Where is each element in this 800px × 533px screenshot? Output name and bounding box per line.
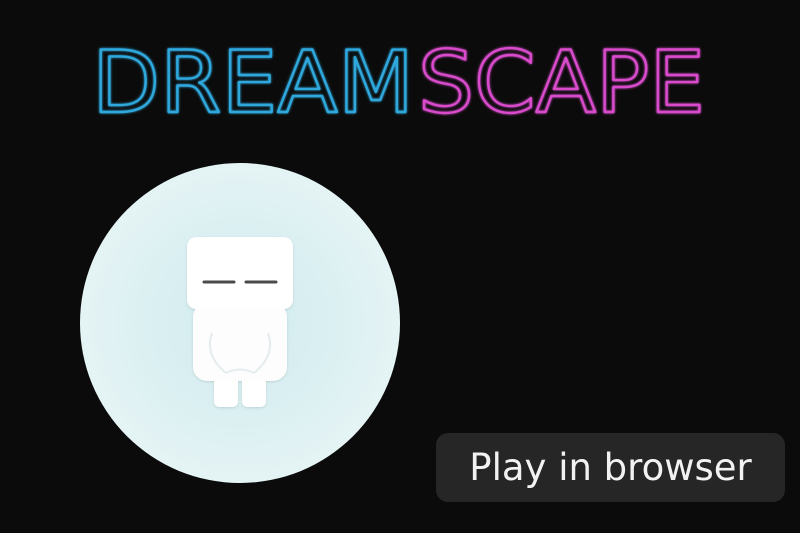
title-dream-text: DREAM	[92, 33, 414, 133]
game-title-logo: DREAM SCAPE	[91, 32, 706, 134]
game-cover: DREAM SCAPE Play in browser	[0, 0, 800, 533]
play-in-browser-button[interactable]: Play in browser	[436, 433, 785, 502]
title-scape-text: SCAPE	[418, 33, 705, 133]
sleeping-cube-character-icon	[187, 237, 293, 407]
